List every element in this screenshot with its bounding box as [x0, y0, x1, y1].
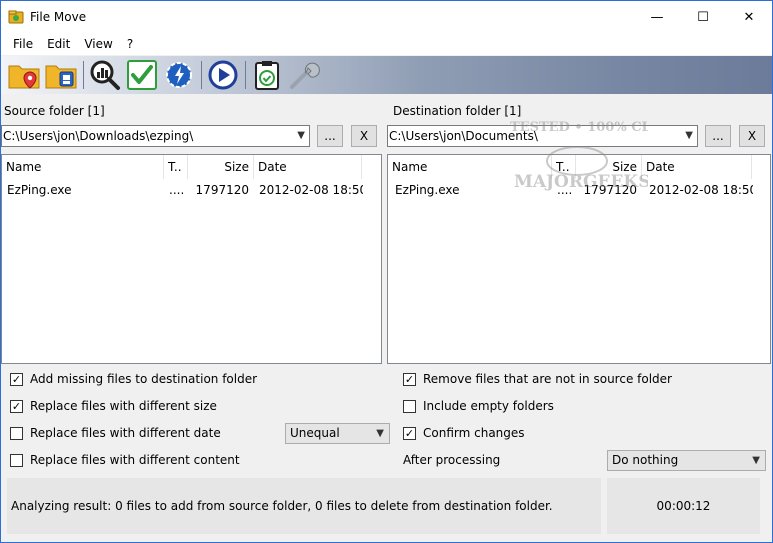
- column-name[interactable]: Name: [2, 155, 164, 179]
- checkbox-checked[interactable]: ✓: [403, 426, 416, 440]
- file-type: ....: [169, 183, 185, 197]
- toolbar-separator: [201, 61, 202, 89]
- column-type[interactable]: T..: [552, 155, 576, 179]
- option-add-missing[interactable]: ✓ Add missing files to destination folde…: [10, 372, 257, 386]
- option-label: Confirm changes: [423, 426, 525, 440]
- app-icon: [8, 9, 24, 25]
- menu-bar: File Edit View ?: [1, 33, 772, 55]
- elapsed-time: 00:00:12: [607, 478, 760, 534]
- clipboard-check-icon: [255, 61, 279, 90]
- toolbar-separator: [83, 61, 84, 89]
- source-folder-icon: [8, 65, 40, 89]
- checkbox-unchecked[interactable]: [10, 453, 23, 467]
- checkbox-checked[interactable]: ✓: [403, 372, 416, 386]
- tools-icon: [290, 62, 320, 89]
- minimize-button[interactable]: —: [634, 1, 680, 33]
- option-label: Replace files with different date: [30, 426, 221, 440]
- menu-file[interactable]: File: [6, 37, 40, 51]
- option-confirm-changes[interactable]: ✓ Confirm changes: [403, 426, 525, 440]
- source-file-list[interactable]: Name T.. Size Date EzPing.exe .... 17971…: [1, 154, 382, 364]
- destination-folder-label: Destination folder [1]: [393, 104, 522, 118]
- option-label: Replace files with different size: [30, 399, 217, 413]
- chevron-down-icon: ▼: [297, 130, 305, 141]
- file-name: EzPing.exe: [395, 183, 460, 197]
- source-clear-button[interactable]: X: [351, 125, 377, 147]
- apply-button[interactable]: [125, 58, 159, 92]
- after-processing-label: After processing: [403, 453, 501, 467]
- column-date[interactable]: Date: [254, 155, 362, 179]
- destination-folder-icon: [45, 65, 77, 89]
- destination-path-combo[interactable]: C:\Users\jon\Documents\ ▼: [387, 125, 698, 147]
- file-date: 2012-02-08 18:50...: [649, 183, 753, 197]
- menu-help[interactable]: ?: [120, 37, 140, 51]
- source-list-header: Name T.. Size Date: [2, 155, 381, 179]
- source-path-combo[interactable]: C:\Users\jon\Downloads\ezping\ ▼: [1, 125, 310, 147]
- checkbox-unchecked[interactable]: [10, 426, 23, 440]
- source-path-value: C:\Users\jon\Downloads\ezping\: [3, 129, 194, 143]
- option-replace-size[interactable]: ✓ Replace files with different size: [10, 399, 217, 413]
- option-remove-files[interactable]: ✓ Remove files that are not in source fo…: [403, 372, 672, 386]
- source-folder-button[interactable]: [7, 58, 41, 92]
- close-icon: ✕: [743, 9, 755, 25]
- file-date: 2012-02-08 18:50...: [259, 183, 363, 197]
- menu-edit[interactable]: Edit: [40, 37, 77, 51]
- destination-folder-button[interactable]: [44, 58, 78, 92]
- chevron-down-icon: ▼: [685, 130, 693, 141]
- file-size: 1797120: [583, 183, 637, 197]
- settings-gear-icon: [166, 62, 192, 88]
- window-title: File Move: [30, 10, 87, 24]
- clipboard-button[interactable]: [250, 58, 284, 92]
- maximize-button[interactable]: ☐: [680, 1, 726, 33]
- option-label: Remove files that are not in source fold…: [423, 372, 672, 386]
- source-browse-button[interactable]: ...: [317, 125, 343, 147]
- chevron-down-icon: ▼: [752, 455, 760, 466]
- option-replace-content[interactable]: Replace files with different content: [10, 453, 240, 467]
- analyze-icon: [90, 60, 120, 90]
- title-bar: File Move — ☐ ✕: [1, 1, 772, 33]
- option-include-empty[interactable]: Include empty folders: [403, 399, 554, 413]
- date-compare-value: Unequal: [290, 426, 340, 440]
- checkbox-unchecked[interactable]: [403, 399, 416, 413]
- destination-file-list[interactable]: Name T.. Size Date EzPing.exe .... 17971…: [387, 154, 771, 364]
- file-name: EzPing.exe: [7, 183, 72, 197]
- play-icon: [208, 60, 238, 90]
- source-folder-label: Source folder [1]: [4, 104, 105, 118]
- window-controls: — ☐ ✕: [634, 1, 772, 33]
- destination-path-value: C:\Users\jon\Documents\: [389, 129, 538, 143]
- column-name[interactable]: Name: [388, 155, 552, 179]
- menu-view[interactable]: View: [77, 37, 119, 51]
- option-label: Replace files with different content: [30, 453, 240, 467]
- close-button[interactable]: ✕: [726, 1, 772, 33]
- option-label: Add missing files to destination folder: [30, 372, 258, 386]
- column-size[interactable]: Size: [576, 155, 642, 179]
- option-replace-date[interactable]: Replace files with different date: [10, 426, 221, 440]
- settings-gear-button[interactable]: [162, 58, 196, 92]
- file-type: ....: [557, 183, 573, 197]
- destination-list-header: Name T.. Size Date: [388, 155, 770, 179]
- maximize-icon: ☐: [697, 9, 709, 25]
- column-date[interactable]: Date: [642, 155, 752, 179]
- destination-clear-button[interactable]: X: [739, 125, 765, 147]
- toolbar-separator: [245, 61, 246, 89]
- chevron-down-icon: ▼: [376, 428, 384, 439]
- toolbar: [1, 56, 772, 94]
- apply-icon: [127, 60, 157, 90]
- column-size[interactable]: Size: [188, 155, 254, 179]
- after-processing-select[interactable]: Do nothing ▼: [607, 450, 766, 471]
- checkbox-checked[interactable]: ✓: [10, 399, 23, 413]
- status-message: Analyzing result: 0 files to add from so…: [7, 478, 601, 534]
- run-button[interactable]: [206, 58, 240, 92]
- file-size: 1797120: [195, 183, 249, 197]
- minimize-icon: —: [650, 9, 664, 25]
- app-window: File Move — ☐ ✕ File Edit View ? Source …: [0, 0, 773, 543]
- option-label: Include empty folders: [423, 399, 554, 413]
- tools-button[interactable]: [287, 58, 321, 92]
- analyze-button[interactable]: [88, 58, 122, 92]
- date-compare-select[interactable]: Unequal ▼: [285, 423, 390, 444]
- destination-browse-button[interactable]: ...: [705, 125, 731, 147]
- checkbox-checked[interactable]: ✓: [10, 372, 23, 386]
- column-type[interactable]: T..: [164, 155, 188, 179]
- after-processing-value: Do nothing: [612, 453, 679, 467]
